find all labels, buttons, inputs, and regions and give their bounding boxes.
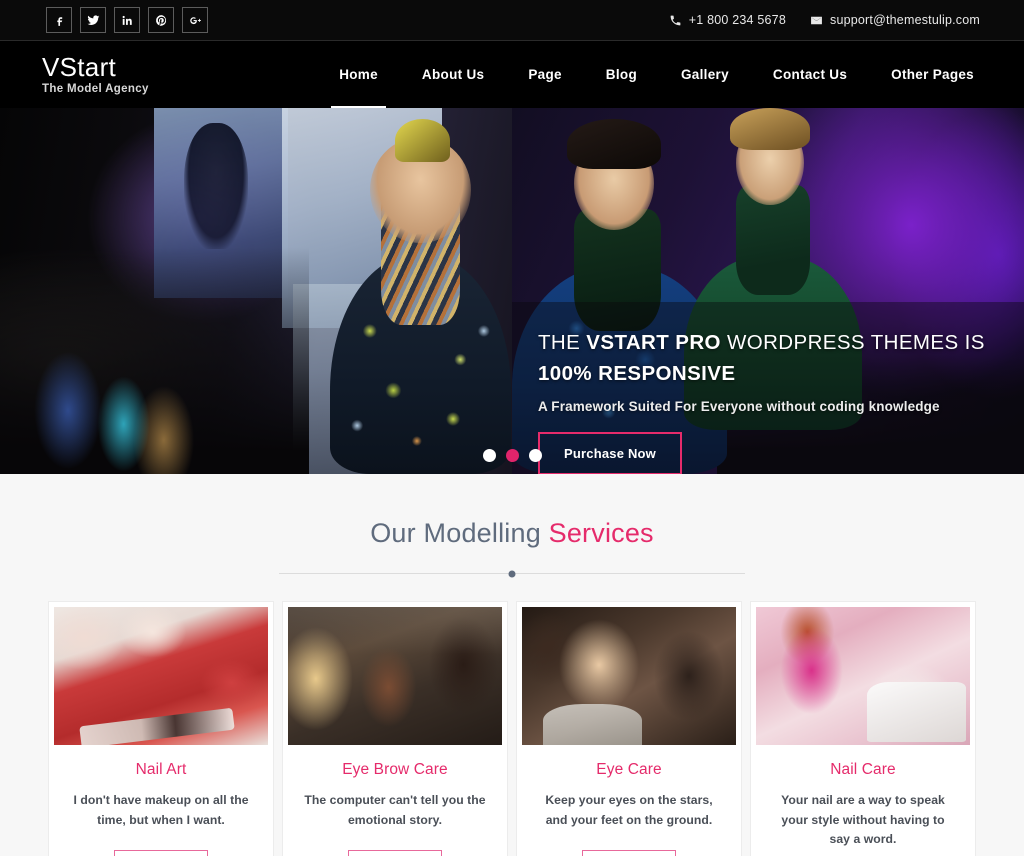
- service-image-eye-brow-care: [288, 607, 502, 745]
- google-plus-icon[interactable]: [182, 7, 208, 33]
- logo-title: VStart: [42, 51, 117, 82]
- envelope-icon: [811, 16, 822, 24]
- main-navigation: Home About Us Page Blog Gallery Contact …: [317, 41, 996, 108]
- nav-item-about-us[interactable]: About Us: [400, 41, 506, 108]
- services-title: Our Modelling Services: [0, 518, 1024, 549]
- service-image-nail-art: [54, 607, 268, 745]
- linkedin-icon[interactable]: [114, 7, 140, 33]
- site-header: VStart The Model Agency Home About Us Pa…: [0, 41, 1024, 108]
- hero-banner: THE VSTART PRO WORDPRESS THEMES IS 100% …: [0, 108, 1024, 474]
- pinterest-icon[interactable]: [148, 7, 174, 33]
- top-bar: +1 800 234 5678 support@themestulip.com: [0, 0, 1024, 41]
- facebook-icon[interactable]: [46, 7, 72, 33]
- slider-pagination: [0, 449, 1024, 462]
- service-text-eye-care: Keep your eyes on the stars, and your fe…: [545, 793, 713, 827]
- service-title-nail-care: Nail Care: [830, 761, 896, 778]
- runway-model-floral-gown: [330, 118, 512, 474]
- read-more-button-eye-brow-care[interactable]: Read More: [348, 850, 442, 856]
- contact-info: +1 800 234 5678 support@themestulip.com: [669, 13, 980, 27]
- service-text-nail-care: Your nail are a way to speak your style …: [781, 793, 945, 847]
- nav-item-contact-us[interactable]: Contact Us: [751, 41, 869, 108]
- hero-heading-line1-suffix: WORDPRESS THEMES IS: [720, 331, 985, 354]
- email-address: support@themestulip.com: [830, 13, 980, 27]
- service-text-nail-art: I don't have makeup on all the time, but…: [73, 793, 249, 827]
- slider-dot-3[interactable]: [528, 449, 542, 462]
- service-image-eye-care: [522, 607, 736, 745]
- nav-item-blog[interactable]: Blog: [584, 41, 659, 108]
- slider-dot-1[interactable]: [482, 449, 496, 462]
- nav-item-page[interactable]: Page: [506, 41, 583, 108]
- social-links: [46, 7, 208, 33]
- read-more-button-nail-art[interactable]: Read More: [114, 850, 208, 856]
- service-card-nail-art[interactable]: Nail Art I don't have makeup on all the …: [48, 601, 274, 856]
- service-card-nail-care[interactable]: Nail Care Your nail are a way to speak y…: [750, 601, 976, 856]
- twitter-icon[interactable]: [80, 7, 106, 33]
- email-contact[interactable]: support@themestulip.com: [810, 13, 980, 27]
- read-more-button-eye-care[interactable]: Read More: [582, 850, 676, 856]
- service-title-eye-brow-care: Eye Brow Care: [342, 761, 448, 778]
- service-title-nail-art: Nail Art: [135, 761, 187, 778]
- service-card-eye-care[interactable]: Eye Care Keep your eyes on the stars, an…: [516, 601, 742, 856]
- service-card-eye-brow-care[interactable]: Eye Brow Care The computer can't tell yo…: [282, 601, 508, 856]
- audience-crowd: [0, 247, 309, 474]
- site-logo[interactable]: VStart The Model Agency: [42, 51, 149, 96]
- service-title-eye-care: Eye Care: [596, 761, 662, 778]
- services-title-accent: Services: [548, 518, 654, 548]
- slider-dot-2[interactable]: [505, 449, 519, 462]
- hero-heading: THE VSTART PRO WORDPRESS THEMES IS 100% …: [538, 328, 1008, 390]
- nav-item-home[interactable]: Home: [317, 41, 400, 108]
- service-image-nail-care: [756, 607, 970, 745]
- hero-subtitle: A Framework Suited For Everyone without …: [538, 398, 940, 414]
- phone-icon: [670, 15, 681, 25]
- services-section: Our Modelling Services Nail Art I don't …: [0, 474, 1024, 856]
- phone-number: +1 800 234 5678: [688, 13, 786, 27]
- services-card-grid: Nail Art I don't have makeup on all the …: [0, 601, 1024, 856]
- phone-contact[interactable]: +1 800 234 5678: [669, 13, 786, 27]
- hero-heading-line2: 100% RESPONSIVE: [538, 361, 736, 385]
- services-title-plain: Our Modelling: [370, 518, 549, 548]
- nav-item-other-pages[interactable]: Other Pages: [869, 41, 996, 108]
- hero-left-scene: [0, 108, 533, 474]
- service-text-eye-brow-care: The computer can't tell you the emotiona…: [304, 793, 486, 827]
- nav-item-gallery[interactable]: Gallery: [659, 41, 751, 108]
- logo-subtitle: The Model Agency: [42, 83, 149, 96]
- section-divider: [279, 573, 745, 574]
- hero-heading-brand: VSTART PRO: [586, 331, 721, 354]
- hero-heading-line1-prefix: THE: [538, 331, 587, 354]
